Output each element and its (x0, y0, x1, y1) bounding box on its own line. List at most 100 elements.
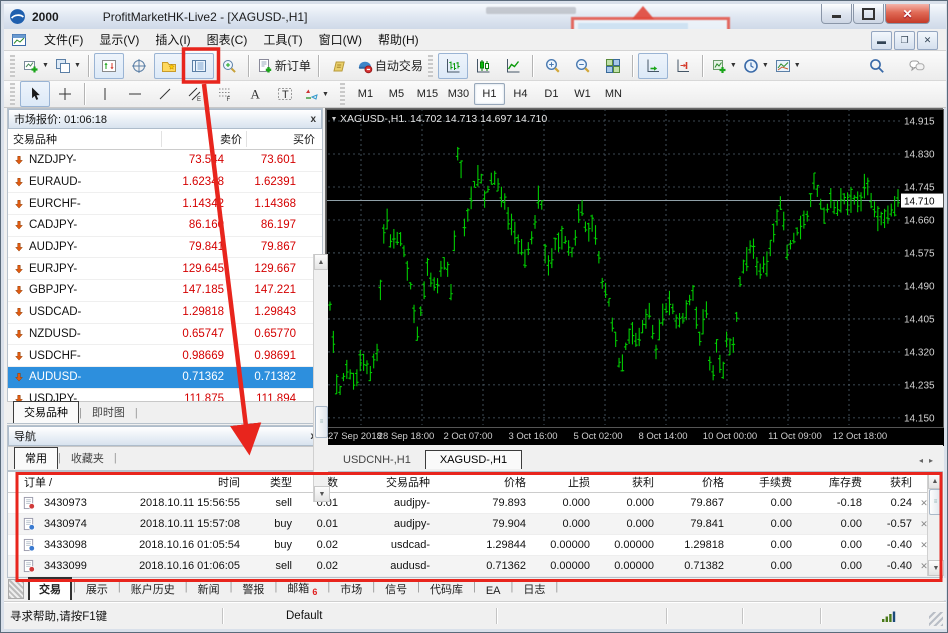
timeframe-m1[interactable]: M1 (350, 83, 381, 105)
market-watch-row[interactable]: NZDJPY- 73.544 73.601 (8, 150, 322, 172)
chart-shift-button[interactable] (668, 53, 698, 79)
panel-grip-icon[interactable] (8, 579, 24, 599)
market-watch-row[interactable]: NZDUSD- 0.65747 0.65770 (8, 324, 322, 346)
new-order-button[interactable]: 新订单 (254, 53, 314, 79)
order-row[interactable]: 3430973 2018.10.11 15:56:55 sell 0.01 audjpy… (8, 493, 942, 514)
order-column-5[interactable]: 价格 (436, 474, 532, 490)
tile-windows-button[interactable] (598, 53, 628, 79)
fibo-tool-button[interactable]: F (210, 81, 240, 107)
search-button[interactable] (862, 53, 892, 79)
chevron-down-icon[interactable]: ▼ (730, 62, 737, 69)
order-column-0[interactable]: 订单 / (22, 474, 106, 490)
terminal-tab-7[interactable]: 信号 (376, 579, 416, 600)
scripts-button[interactable] (324, 53, 354, 79)
terminal-tab-10[interactable]: 日志 (514, 579, 554, 600)
new-chart-button[interactable]: ▼ (20, 53, 52, 79)
close-button[interactable]: ✕ (885, 4, 930, 24)
timeframe-d1[interactable]: D1 (536, 83, 567, 105)
hline-tool-button[interactable] (120, 81, 150, 107)
scroll-up-icon[interactable]: ▲ (928, 473, 942, 489)
tab-0[interactable]: 常用 (14, 447, 58, 469)
periods-button[interactable]: ▼ (740, 53, 772, 79)
chart-window[interactable]: 14.915 14.830 14.745 14.660 14.575 14.490 14.4… (325, 108, 944, 446)
indicators-button[interactable]: ▼ (708, 53, 740, 79)
chart-candles-button[interactable] (468, 53, 498, 79)
minimize-button[interactable] (821, 4, 852, 24)
column-symbol[interactable]: 交易品种 (8, 131, 161, 147)
timeframe-mn[interactable]: MN (598, 83, 629, 105)
mdi-restore-button[interactable]: ❐ (894, 31, 915, 50)
chart-bars-button[interactable] (437, 52, 468, 79)
market-watch-row[interactable]: CADJPY- 86.160 86.197 (8, 215, 322, 237)
toolbar-grip[interactable] (427, 54, 433, 77)
tab-1[interactable]: 即时图 (82, 402, 135, 423)
price-chart[interactable]: 14.915 14.830 14.745 14.660 14.575 14.490 14.4… (326, 109, 944, 446)
terminal-tab-5[interactable]: 邮箱 6 (278, 578, 326, 600)
menu-item-5[interactable]: 窗口(W) (311, 29, 370, 50)
chevron-down-icon[interactable]: ▼ (42, 62, 49, 69)
market-watch-row[interactable]: EURCHF- 1.14342 1.14368 (8, 193, 322, 216)
channel-tool-button[interactable]: E (180, 81, 210, 107)
market-watch-row[interactable]: USDCHF- 0.98669 0.98691 (8, 345, 322, 367)
timeframe-h4[interactable]: H4 (505, 83, 536, 105)
shapes-tool-button[interactable]: ▼ (300, 81, 332, 107)
chart-tab-1[interactable]: XAGUSD-,H1 (424, 450, 523, 469)
mdi-minimize-button[interactable]: ▬ (871, 31, 892, 50)
auto-scroll-button[interactable] (637, 52, 668, 79)
timeframe-m5[interactable]: M5 (381, 83, 412, 105)
order-column-11[interactable]: 获利 (868, 474, 918, 490)
tab-0[interactable]: 交易品种 (13, 401, 79, 423)
terminal-tab-0[interactable]: 交易 (28, 577, 72, 600)
text-tool-button[interactable]: A (240, 81, 270, 107)
terminal-tab-8[interactable]: 代码库 (421, 579, 472, 600)
chevron-down-icon[interactable]: ▼ (322, 91, 329, 98)
market-watch-row[interactable]: GBPJPY- 147.185 147.221 (8, 280, 322, 302)
terminal-tab-3[interactable]: 新闻 (189, 579, 229, 600)
column-bid[interactable]: 卖价 (161, 131, 246, 147)
chat-button[interactable] (902, 53, 932, 79)
terminal-tab-4[interactable]: 警报 (233, 579, 273, 600)
vline-tool-button[interactable] (90, 81, 120, 107)
cursor-button[interactable] (20, 81, 50, 107)
crosshair-tool-button[interactable] (50, 81, 80, 107)
scroll-up-icon[interactable]: ▲ (314, 254, 328, 270)
chevron-down-icon[interactable]: ▼ (74, 62, 81, 69)
scroll-down-icon[interactable]: ▼ (314, 486, 330, 502)
resize-grip[interactable] (929, 612, 943, 626)
chevron-down-icon[interactable]: ▼ (762, 62, 769, 69)
terminal-tab-2[interactable]: 账户历史 (122, 579, 184, 600)
maximize-button[interactable] (853, 4, 884, 24)
zoom-out-button[interactable] (568, 53, 598, 79)
menu-item-0[interactable]: 文件(F) (36, 29, 91, 50)
market-watch-row[interactable]: EURJPY- 129.645 129.667 (8, 258, 322, 281)
order-column-7[interactable]: 获利 (596, 474, 660, 490)
timeframe-w1[interactable]: W1 (567, 83, 598, 105)
scrollbar-thumb[interactable]: ≡ (929, 489, 942, 515)
terminal-tab-6[interactable]: 市场 (331, 579, 371, 600)
tab-1[interactable]: 收藏夹 (61, 448, 114, 469)
order-row[interactable]: 3433099 2018.10.16 01:06:05 sell 0.02 audusd… (8, 556, 942, 577)
order-column-2[interactable]: 类型 (246, 474, 298, 490)
scroll-down-icon[interactable]: ▼ (928, 560, 944, 576)
column-ask[interactable]: 买价 (246, 131, 319, 147)
market-watch-row[interactable]: USDCAD- 1.29818 1.29843 (8, 302, 322, 324)
trendline-tool-button[interactable] (150, 81, 180, 107)
chart-tab-0[interactable]: USDCNH-,H1 (329, 451, 425, 469)
market-watch-scrollbar[interactable]: ▲ ≡ ▼ (313, 254, 330, 502)
auto-trading-button[interactable]: 自动交易 (354, 53, 426, 79)
label-tool-button[interactable]: T (270, 81, 300, 107)
status-profile[interactable]: Default (224, 610, 496, 622)
navigator-button[interactable] (153, 52, 184, 79)
terminal-scrollbar[interactable]: ▲ ≡ ▼ (927, 473, 944, 576)
terminal-button[interactable] (183, 52, 214, 79)
terminal-tab-1[interactable]: 展示 (77, 579, 117, 600)
order-row[interactable]: 3430974 2018.10.11 15:57:08 buy 0.01 audjpy-… (8, 514, 942, 535)
order-row[interactable]: 3433098 2018.10.16 01:05:54 buy 0.02 usdcad-… (8, 535, 942, 556)
toolbar-grip[interactable] (10, 54, 15, 77)
menu-item-1[interactable]: 显示(V) (91, 29, 147, 50)
order-column-8[interactable]: 价格 (660, 474, 730, 490)
chart-line-button[interactable] (498, 53, 528, 79)
chevron-down-icon[interactable]: ▼ (794, 62, 801, 69)
timeframe-m15[interactable]: M15 (412, 83, 443, 105)
order-column-1[interactable]: 时间 (106, 474, 246, 490)
